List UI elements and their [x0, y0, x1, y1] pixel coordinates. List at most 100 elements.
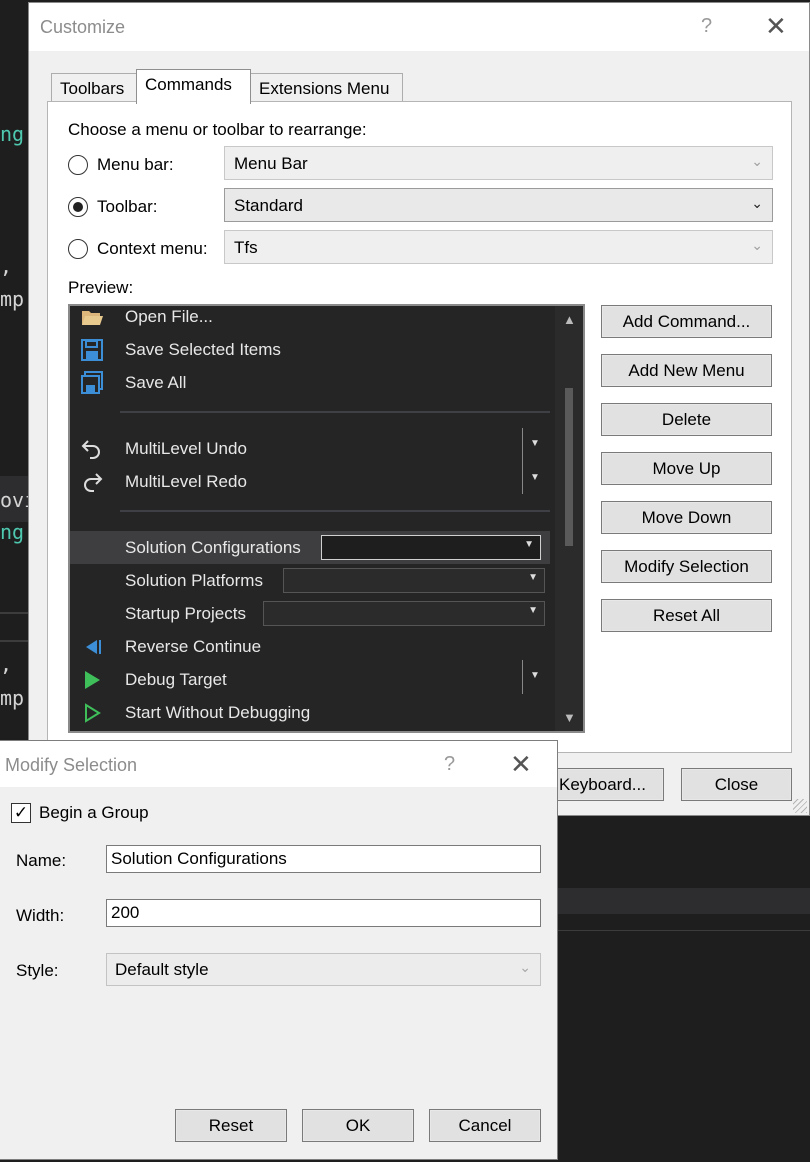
- editor-divider: [0, 612, 30, 614]
- scroll-down-icon[interactable]: ▼: [563, 710, 576, 725]
- preview-item-debug-target[interactable]: Debug Target: [70, 663, 550, 696]
- preview-item-solution-platforms[interactable]: Solution Platforms ▼: [70, 564, 550, 597]
- preview-item-label: Startup Projects: [125, 604, 246, 623]
- reset-all-button[interactable]: Reset All: [601, 599, 772, 632]
- help-button[interactable]: ?: [701, 15, 712, 38]
- solution-config-combo: ▼: [321, 535, 541, 560]
- toolbar-select[interactable]: Standard ⌄: [224, 188, 773, 222]
- chevron-down-icon[interactable]: ▼: [530, 438, 540, 449]
- preview-item-save-all[interactable]: Save All: [70, 366, 550, 399]
- play-icon: [85, 671, 100, 689]
- reverse-continue-icon: [86, 640, 101, 654]
- modify-selection-dialog: Modify Selection ? ✕ ✓ Begin a Group Nam…: [0, 740, 558, 1160]
- save-all-icon: [81, 371, 103, 394]
- solution-platforms-combo: ▼: [283, 568, 545, 593]
- preview-item-label: Solution Platforms: [125, 571, 263, 590]
- preview-item-open-file[interactable]: Open File...: [70, 306, 550, 333]
- code-fragment: mp: [0, 287, 25, 311]
- undo-icon: [81, 440, 100, 459]
- tab-extensions-menu[interactable]: Extensions Menu: [250, 73, 403, 104]
- chevron-down-icon: ⌄: [519, 959, 531, 975]
- scroll-up-icon[interactable]: ▲: [563, 312, 576, 327]
- redo-icon: [84, 473, 103, 492]
- name-label: Name:: [16, 851, 67, 870]
- customize-dialog: Customize ? ✕ Toolbars Commands Extensio…: [28, 2, 810, 816]
- chevron-down-icon: ⌄: [751, 237, 763, 253]
- preview-item-label: Save All: [125, 373, 187, 392]
- preview-list[interactable]: Open File... Save Selected Items Save Al…: [68, 304, 585, 733]
- editor-divider: [556, 930, 810, 931]
- move-down-button[interactable]: Move Down: [601, 501, 772, 534]
- code-fragment: ,: [0, 652, 13, 676]
- preview-item-label: Start Without Debugging: [125, 703, 311, 722]
- preview-item-reverse-continue[interactable]: Reverse Continue: [70, 630, 550, 663]
- modify-selection-button[interactable]: Modify Selection: [601, 550, 772, 583]
- context-menu-label: Context menu:: [97, 239, 208, 258]
- style-select[interactable]: Default style ⌄: [106, 953, 541, 986]
- preview-scrollbar[interactable]: ▲ ▼: [555, 306, 583, 731]
- preview-separator: [120, 510, 550, 512]
- menu-bar-select[interactable]: Menu Bar ⌄: [224, 146, 773, 180]
- reset-button[interactable]: Reset: [175, 1109, 287, 1142]
- add-new-menu-button[interactable]: Add New Menu: [601, 354, 772, 387]
- keyboard-button[interactable]: Keyboard...: [541, 768, 664, 801]
- preview-item-undo[interactable]: MultiLevel Undo: [70, 432, 550, 465]
- width-label: Width:: [16, 906, 65, 925]
- preview-item-label: MultiLevel Redo: [125, 472, 247, 491]
- toolbar-label: Toolbar:: [97, 197, 158, 216]
- editor-divider: [0, 640, 30, 642]
- code-fragment: mp: [0, 686, 25, 710]
- cancel-button[interactable]: Cancel: [429, 1109, 541, 1142]
- play-outline-icon: [85, 703, 101, 723]
- ok-button[interactable]: OK: [302, 1109, 414, 1142]
- preview-item-startup-projects[interactable]: Startup Projects ▼: [70, 597, 550, 630]
- style-value: Default style: [115, 960, 209, 979]
- preview-item-start-without-debugging[interactable]: Start Without Debugging: [70, 696, 550, 729]
- chevron-down-icon[interactable]: ▼: [530, 670, 540, 681]
- preview-item-redo[interactable]: MultiLevel Redo: [70, 465, 550, 498]
- customize-title: Customize: [40, 17, 126, 37]
- width-field[interactable]: 200: [106, 899, 541, 927]
- startup-projects-combo: ▼: [263, 601, 545, 626]
- style-label: Style:: [16, 961, 59, 980]
- close-icon[interactable]: ✕: [510, 749, 532, 780]
- preview-item-label: MultiLevel Undo: [125, 439, 247, 458]
- code-fragment: ng: [0, 122, 25, 146]
- chevron-down-icon: ▼: [524, 539, 534, 550]
- preview-item-label: Open File...: [125, 307, 213, 326]
- close-button[interactable]: Close: [681, 768, 792, 801]
- modify-title: Modify Selection: [5, 755, 138, 775]
- chevron-down-icon[interactable]: ▼: [530, 472, 540, 483]
- chevron-down-icon: ▼: [528, 605, 538, 616]
- move-up-button[interactable]: Move Up: [601, 452, 772, 485]
- toolbar-value: Standard: [234, 196, 303, 215]
- preview-item-label: Save Selected Items: [125, 340, 281, 359]
- menu-bar-radio[interactable]: [68, 155, 88, 175]
- customize-titlebar: Customize ? ✕: [29, 3, 809, 51]
- resize-grip[interactable]: [793, 799, 807, 813]
- toolbar-radio[interactable]: [68, 197, 88, 217]
- help-button[interactable]: ?: [444, 753, 455, 776]
- save-icon: [81, 339, 103, 361]
- context-menu-radio[interactable]: [68, 239, 88, 259]
- name-field[interactable]: Solution Configurations: [106, 845, 541, 873]
- tab-toolbars[interactable]: Toolbars: [51, 73, 137, 104]
- add-command-button[interactable]: Add Command...: [601, 305, 772, 338]
- chevron-down-icon: ⌄: [751, 195, 763, 211]
- preview-item-save-selected[interactable]: Save Selected Items: [70, 333, 550, 366]
- delete-button[interactable]: Delete: [601, 403, 772, 436]
- preview-label: Preview:: [68, 278, 134, 297]
- preview-item-label: Debug Target: [125, 670, 227, 689]
- folder-open-icon: [82, 311, 103, 325]
- begin-group-label: Begin a Group: [39, 803, 149, 822]
- tab-commands[interactable]: Commands: [136, 69, 251, 104]
- begin-group-checkbox[interactable]: ✓: [11, 803, 31, 823]
- chevron-down-icon: ▼: [528, 572, 538, 583]
- scroll-thumb[interactable]: [565, 388, 573, 546]
- context-menu-select[interactable]: Tfs ⌄: [224, 230, 773, 264]
- split-divider: [522, 660, 523, 694]
- preview-separator: [120, 411, 550, 413]
- preview-item-solution-configurations[interactable]: Solution Configurations ▼: [70, 531, 550, 564]
- close-icon[interactable]: ✕: [765, 11, 787, 42]
- rearrange-prompt: Choose a menu or toolbar to rearrange:: [68, 120, 367, 139]
